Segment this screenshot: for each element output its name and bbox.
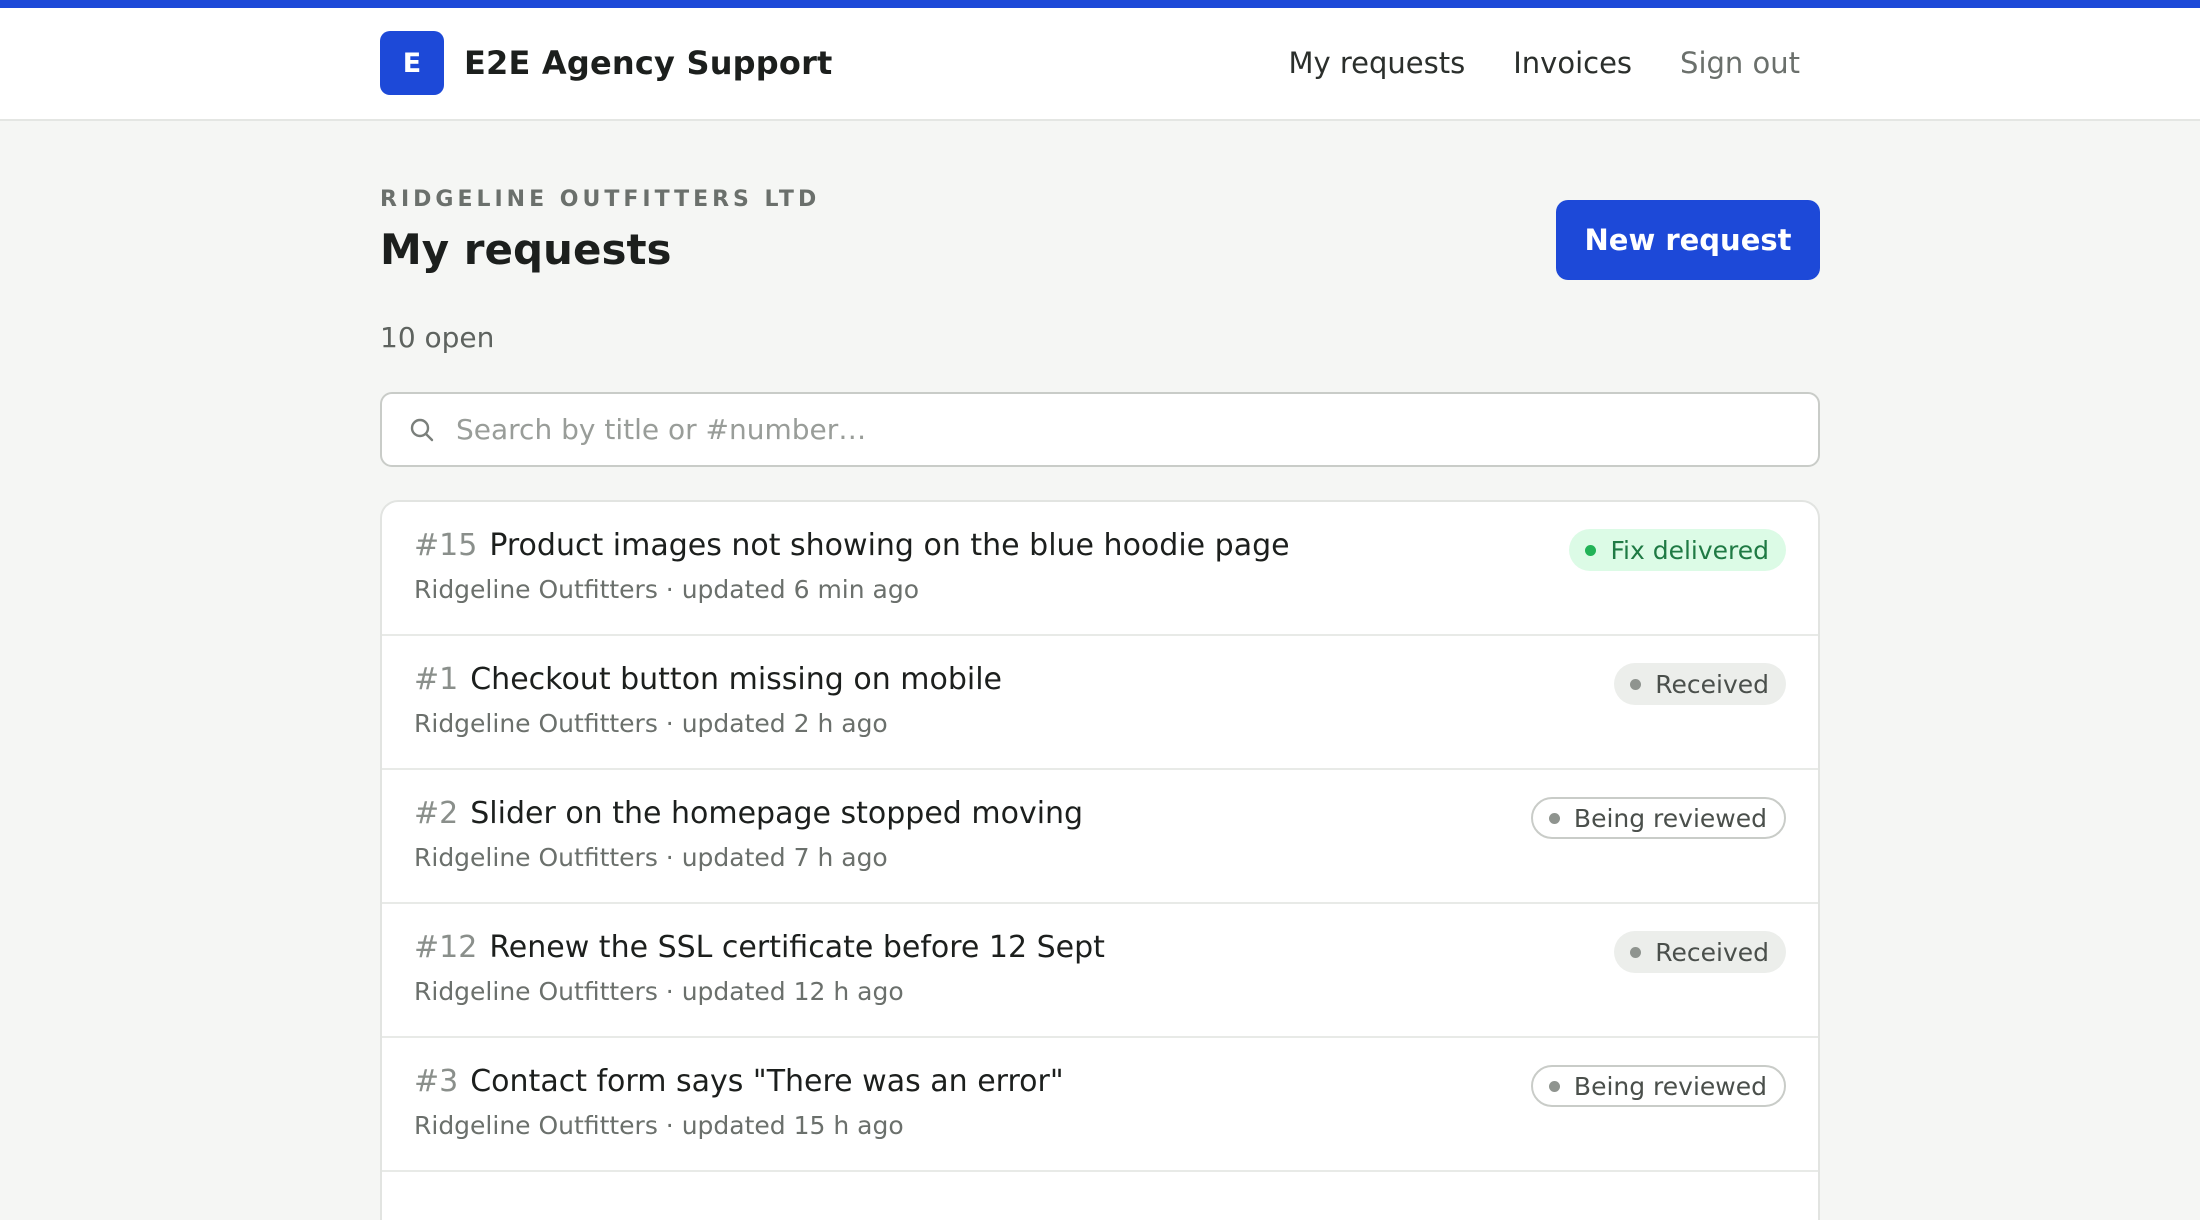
request-title-line: #15 Product images not showing on the blu… [414, 528, 1290, 563]
status-dot-icon [1585, 544, 1597, 556]
status-dot-icon [1630, 678, 1642, 690]
status-badge: Received [1614, 931, 1786, 973]
status-dot-icon [1630, 946, 1642, 958]
nav-my-requests[interactable]: My requests [1288, 46, 1465, 80]
request-row[interactable]: #12 Renew the SSL certificate before 12 S… [382, 904, 1818, 1038]
request-title: Checkout button missing on mobile [470, 662, 1003, 697]
status-label: Fix delivered [1610, 535, 1769, 565]
request-meta: Ridgeline Outfitters · updated 7 h ago [414, 843, 888, 872]
new-request-button[interactable]: New request [1556, 200, 1820, 280]
brand-name: E2E Agency Support [464, 44, 833, 82]
request-row[interactable]: #2 Slider on the homepage stopped moving … [382, 770, 1818, 904]
open-count: 10 open [380, 321, 495, 354]
request-meta: Ridgeline Outfitters · updated 6 min ago [414, 575, 920, 604]
brand-logo: E [380, 31, 444, 95]
request-meta: Ridgeline Outfitters · updated 12 h ago [414, 977, 904, 1006]
page-title: My requests [380, 225, 672, 274]
organization-name: RIDGELINE OUTFITTERS LTD [380, 187, 821, 212]
request-title-line: #12 Renew the SSL certificate before 12 S… [414, 930, 1105, 965]
request-row[interactable]: #15 Product images not showing on the blu… [382, 502, 1818, 636]
request-number: #15 [414, 528, 478, 563]
status-badge: Received [1614, 663, 1786, 705]
request-title-line: #1 Checkout button missing on mobile [414, 662, 1002, 697]
status-badge: Fix delivered [1569, 529, 1786, 571]
top-bar: E E2E Agency Support My requests Invoice… [0, 0, 2200, 121]
request-number: #12 [414, 930, 478, 965]
request-row[interactable]: #3 Contact form says "There was an error"… [382, 1038, 1818, 1172]
request-title-line: #2 Slider on the homepage stopped moving [414, 796, 1083, 831]
status-label: Being reviewed [1573, 1071, 1767, 1101]
request-title: Renew the SSL certificate before 12 Sept [489, 930, 1105, 965]
status-label: Being reviewed [1573, 803, 1767, 833]
brand[interactable]: E E2E Agency Support [380, 31, 833, 95]
request-list: #15 Product images not showing on the blu… [380, 500, 1820, 1220]
request-meta: Ridgeline Outfitters · updated 2 h ago [414, 709, 888, 738]
request-title: Contact form says "There was an error" [470, 1064, 1064, 1099]
nav-sign-out[interactable]: Sign out [1680, 46, 1800, 80]
request-number: #2 [414, 796, 459, 831]
request-title-line: #3 Contact form says "There was an error" [414, 1064, 1064, 1099]
status-badge: Being reviewed [1530, 1065, 1786, 1107]
nav-invoices[interactable]: Invoices [1513, 46, 1632, 80]
request-row[interactable]: #1 Checkout button missing on mobile Ridg… [382, 636, 1818, 770]
search-input[interactable] [454, 412, 1754, 447]
status-dot-icon [1548, 812, 1560, 824]
status-label: Received [1655, 937, 1769, 967]
request-number: #3 [414, 1064, 459, 1099]
request-title: Slider on the homepage stopped moving [470, 796, 1084, 831]
request-number: #1 [414, 662, 459, 697]
search-icon [408, 416, 436, 444]
main-nav: My requests Invoices Sign out [1288, 31, 1800, 95]
request-title: Product images not showing on the blue h… [489, 528, 1290, 563]
status-badge: Being reviewed [1530, 797, 1786, 839]
request-meta: Ridgeline Outfitters · updated 15 h ago [414, 1111, 904, 1140]
status-dot-icon [1548, 1080, 1560, 1092]
status-label: Received [1655, 669, 1769, 699]
search-box[interactable] [380, 392, 1820, 467]
